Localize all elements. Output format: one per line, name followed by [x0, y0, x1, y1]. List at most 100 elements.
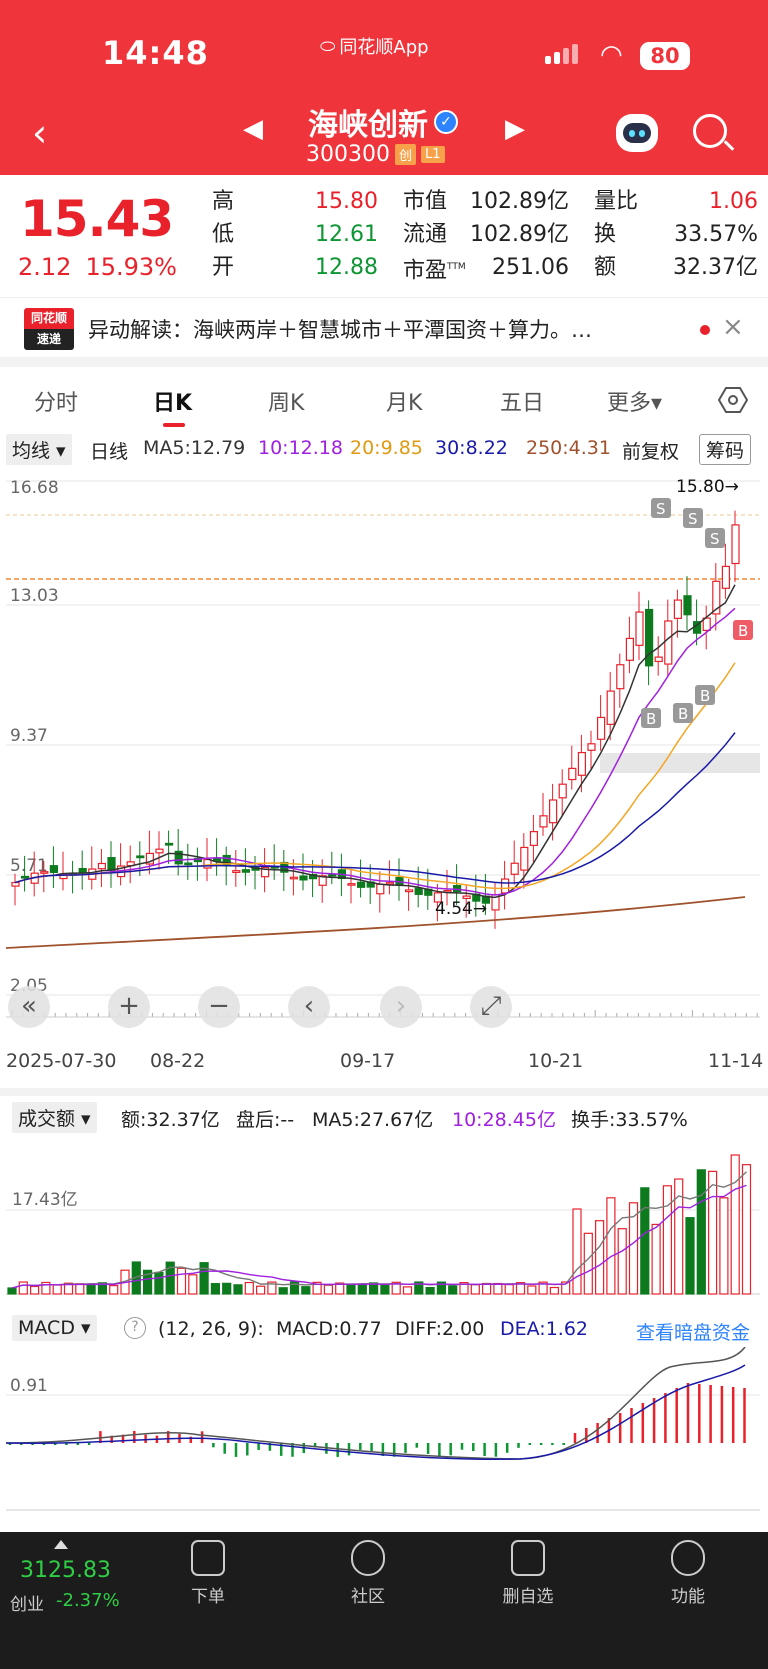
- candle-body: [520, 846, 529, 871]
- date-start: 2025-07-30: [6, 1050, 117, 1072]
- volume-bar: [549, 1286, 560, 1295]
- volume-bar: [640, 1187, 650, 1295]
- stock-code-text: 300300: [306, 142, 390, 167]
- macd-value: MACD:0.77: [276, 1318, 382, 1340]
- volume-bar: [527, 1285, 537, 1295]
- tab-intraday[interactable]: 分时: [34, 385, 78, 417]
- tab-more[interactable]: 更多▾: [607, 385, 662, 417]
- candle-body: [136, 855, 145, 859]
- prev-stock-button[interactable]: ◀: [243, 114, 263, 144]
- volume-bar: [651, 1223, 661, 1295]
- candle-body: [376, 883, 385, 895]
- adjust-label[interactable]: 前复权: [622, 437, 679, 464]
- community-button[interactable]: 社区: [328, 1540, 408, 1607]
- zoom-collapse-icon[interactable]: «: [8, 986, 50, 1028]
- vr-value: 1.06: [709, 189, 758, 214]
- candle-body: [357, 881, 366, 888]
- date-axis: 2025-07-30 08-22 09-17 10-21 11-14: [0, 1048, 768, 1076]
- news-logo-top: 同花顺: [24, 308, 74, 329]
- float-label: 流通: [403, 222, 448, 247]
- candle-body: [673, 599, 683, 619]
- y-axis-label: 9.37: [10, 726, 48, 746]
- functions-button[interactable]: 功能: [648, 1540, 728, 1607]
- volume-bar: [346, 1283, 356, 1295]
- volume-bar: [504, 1284, 514, 1295]
- tab-daily[interactable]: 日K: [153, 385, 192, 417]
- volume-bar: [7, 1287, 17, 1295]
- pe-label: 市盈: [403, 258, 448, 284]
- amount-label: 额: [594, 255, 617, 280]
- index-value[interactable]: 3125.83: [20, 1558, 111, 1583]
- candle-body: [683, 595, 692, 616]
- candle-body: [654, 656, 663, 663]
- zoom-in-icon[interactable]: +: [108, 986, 150, 1028]
- candle-body: [49, 865, 59, 873]
- candle-body: [625, 637, 635, 661]
- date-tick: 08-22: [150, 1050, 206, 1072]
- volume-chart[interactable]: 17.43亿: [0, 1134, 768, 1310]
- bottom-bar: 3125.83 创业 -2.37% 下单 社区 删自选 功能: [0, 1532, 768, 1669]
- volume-bar: [30, 1285, 40, 1295]
- indicator-selector[interactable]: 均线 ▾: [6, 434, 72, 465]
- candle-body: [347, 883, 356, 886]
- app-name: 同花顺App: [339, 37, 429, 58]
- app-indicator: ⬭ 同花顺App: [320, 33, 429, 59]
- volume-selector[interactable]: 成交额 ▾: [12, 1102, 97, 1133]
- close-icon[interactable]: ×: [722, 312, 744, 342]
- expand-icon[interactable]: [54, 1540, 68, 1549]
- zoom-out-icon[interactable]: −: [198, 986, 240, 1028]
- candle-body: [558, 783, 567, 799]
- volume-bar: [493, 1282, 503, 1295]
- buy-letter: B: [738, 622, 748, 640]
- volume-bar: [685, 1217, 695, 1295]
- dark-pool-link[interactable]: 查看暗盘资金: [636, 1318, 750, 1345]
- tab-monthly[interactable]: 月K: [386, 385, 422, 417]
- back-button[interactable]: ‹: [32, 114, 47, 152]
- candle-body: [587, 743, 596, 751]
- news-logo: 同花顺 速递: [24, 308, 74, 350]
- tab-weekly[interactable]: 周K: [268, 385, 304, 417]
- news-text[interactable]: 异动解读：海峡两岸＋智慧城市＋平潭国资＋算力。…: [88, 314, 592, 344]
- date-end: 11-14: [708, 1050, 764, 1072]
- price-change: 2.12 15.93%: [18, 253, 177, 281]
- search-icon[interactable]: [693, 114, 727, 148]
- chips-button[interactable]: 筹码: [699, 434, 752, 465]
- y-axis-label: 16.68: [10, 478, 59, 498]
- date-tick: 09-17: [340, 1050, 396, 1072]
- next-stock-button[interactable]: ▶: [505, 114, 525, 144]
- macd-selector[interactable]: MACD ▾: [12, 1315, 97, 1341]
- tab-five-day[interactable]: 五日: [500, 385, 544, 417]
- settings-hex-icon[interactable]: [718, 385, 748, 415]
- pe-value: 251.06: [492, 255, 569, 280]
- volume-bar: [482, 1282, 492, 1295]
- scroll-left-icon[interactable]: ‹: [288, 986, 330, 1028]
- ma20-label: 20:9.85: [350, 437, 423, 459]
- news-logo-bottom: 速递: [24, 329, 74, 350]
- volume-bar: [572, 1208, 582, 1295]
- date-tick: 10-21: [528, 1050, 584, 1072]
- order-button[interactable]: 下单: [168, 1540, 248, 1607]
- signal-letter: S: [688, 510, 698, 528]
- help-icon[interactable]: ?: [124, 1317, 146, 1339]
- index-name: 创业: [10, 1595, 44, 1615]
- dea-value: DEA:1.62: [500, 1318, 589, 1340]
- high-label: 高: [212, 189, 235, 214]
- scroll-right-icon[interactable]: ›: [380, 986, 422, 1028]
- volume-bar: [244, 1281, 254, 1295]
- ai-assistant-icon[interactable]: [616, 114, 658, 152]
- fullscreen-icon[interactable]: ⤢: [470, 986, 512, 1028]
- macd-chart[interactable]: 0.91: [0, 1347, 768, 1515]
- divider: [0, 357, 768, 367]
- volume-legend-bar: 成交额 ▾ 额:32.37亿 盘后:-- MA5:27.67亿 10:28.45…: [0, 1100, 768, 1134]
- candle-body: [299, 875, 308, 881]
- candle-body: [606, 690, 615, 725]
- volume-bar: [741, 1164, 752, 1295]
- diff-line: [5, 1347, 746, 1460]
- kline-chart[interactable]: 16.6813.039.375.712.0515.80→4.54→SSSBBBB: [0, 465, 768, 1045]
- float-value: 102.89亿: [470, 222, 569, 247]
- remove-watchlist-button[interactable]: 删自选: [488, 1540, 568, 1607]
- battery-icon: 80: [640, 42, 690, 70]
- news-banner[interactable]: 同花顺 速递 异动解读：海峡两岸＋智慧城市＋平潭国资＋算力。… ×: [0, 297, 768, 357]
- unread-dot: [700, 325, 710, 335]
- volume-bar: [109, 1285, 119, 1295]
